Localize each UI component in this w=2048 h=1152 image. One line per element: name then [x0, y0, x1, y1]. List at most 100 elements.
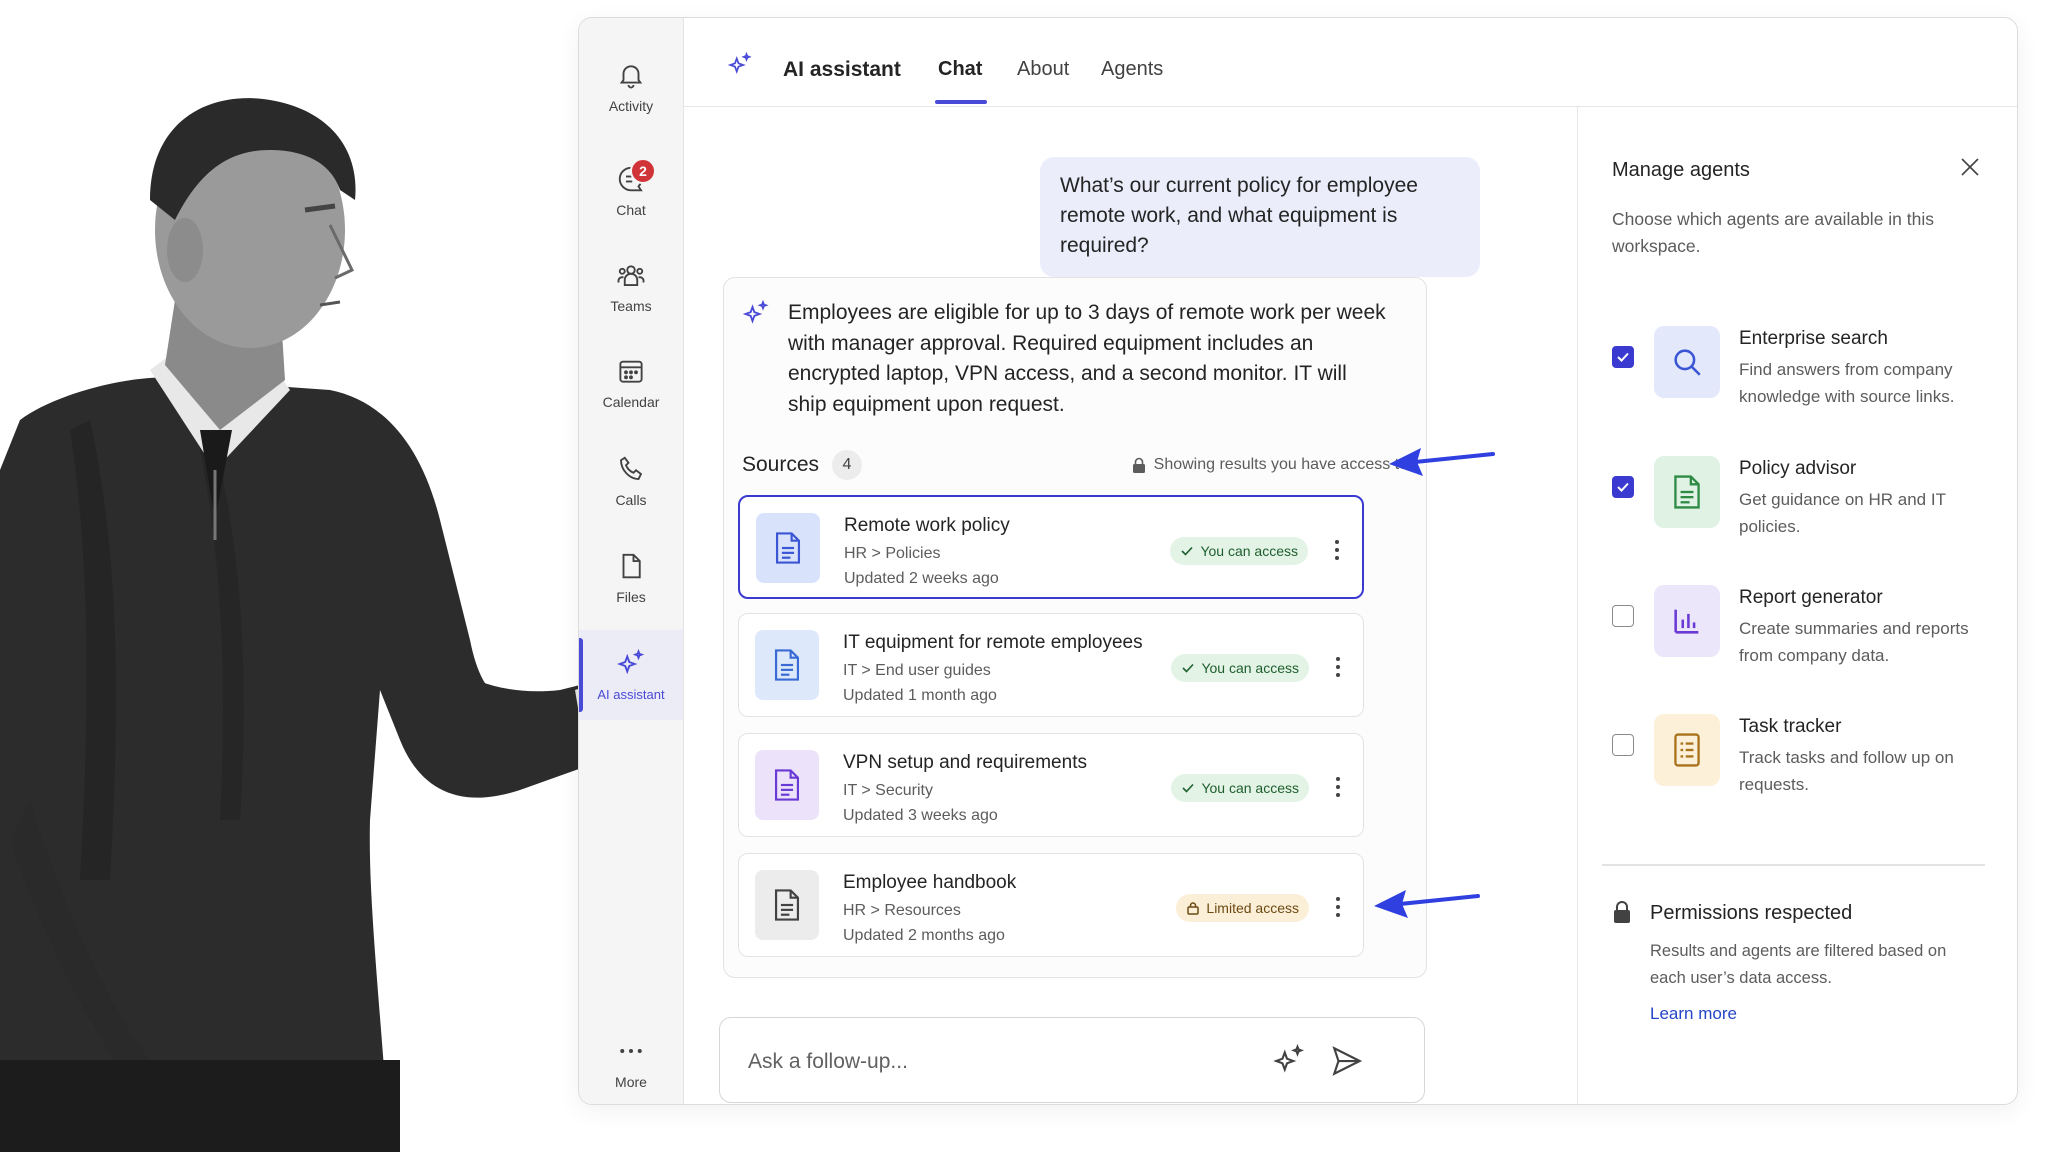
rail-item-files[interactable]: Files: [579, 533, 683, 623]
access-status-badge: You can access: [1171, 774, 1309, 802]
source-path-root: HR: [843, 902, 867, 919]
lock-icon: [1132, 457, 1145, 473]
source-path-root: IT: [843, 782, 857, 799]
panel-divider: [1602, 864, 1985, 866]
access-note: Showing results you have access to: [1132, 456, 1408, 474]
rail-item-ai-assistant[interactable]: AI assistant: [579, 630, 683, 720]
agent-tile: [1654, 456, 1720, 528]
agent-checkbox[interactable]: [1612, 476, 1634, 498]
source-path: HR > Resources: [843, 902, 961, 919]
rail-label: Activity: [608, 98, 654, 114]
access-status-text: Limited access: [1206, 900, 1299, 916]
agent-checkbox[interactable]: [1612, 605, 1634, 627]
tab-chat[interactable]: Chat: [938, 58, 982, 81]
close-icon[interactable]: [1959, 156, 1981, 178]
access-status-badge: You can access: [1171, 654, 1309, 682]
agent-item-enterprise-search: Enterprise search Find answers from comp…: [1612, 326, 2002, 436]
more-vertical-icon[interactable]: [1330, 535, 1344, 565]
agent-name: Report generator: [1739, 587, 1883, 608]
access-note-text: Showing results you have access to: [1153, 456, 1408, 473]
source-title: Employee handbook: [843, 872, 1017, 893]
rail-item-activity[interactable]: Activity: [579, 42, 683, 132]
source-doc-tile: [755, 870, 819, 940]
more-vertical-icon[interactable]: [1331, 772, 1345, 802]
document-icon: [775, 532, 801, 564]
source-item[interactable]: VPN setup and requirements IT > Security…: [738, 733, 1364, 837]
lock-icon: [1187, 902, 1200, 915]
rail-item-calls[interactable]: Calls: [579, 436, 683, 526]
source-path-folder: Policies: [885, 545, 941, 562]
agent-name: Task tracker: [1739, 716, 1842, 737]
rail-label: Chat: [616, 202, 646, 218]
agent-item-task-tracker: Task tracker Track tasks and follow up o…: [1612, 714, 2002, 824]
rail-label: More: [615, 1074, 647, 1090]
check-icon: [1617, 482, 1629, 492]
agent-item-report-generator: Report generator Create summaries and re…: [1612, 585, 2002, 695]
agent-description: Find answers from company knowledge with…: [1739, 360, 1955, 406]
more-vertical-icon[interactable]: [1331, 892, 1345, 922]
assistant-answer-text: Employees are eligible for up to 3 days …: [788, 301, 1386, 416]
source-item[interactable]: Remote work policy HR > Policies Updated…: [738, 495, 1364, 599]
document-icon: [1674, 475, 1700, 509]
agent-name: Policy advisor: [1739, 458, 1857, 479]
callout-arrow-access-note: [1389, 448, 1495, 476]
learn-more-link[interactable]: Learn more: [1650, 1004, 1737, 1024]
check-icon: [1182, 663, 1195, 673]
rail-item-chat[interactable]: 2 Chat: [579, 146, 683, 236]
document-icon: [774, 649, 800, 681]
app-header: AI assistant Chat About Agents: [683, 18, 2017, 107]
source-updated: Updated 2 months ago: [843, 927, 1005, 944]
rail-label: Teams: [610, 298, 652, 314]
check-icon: [1182, 783, 1195, 793]
source-path-root: HR: [844, 545, 868, 562]
source-updated: Updated 3 weeks ago: [843, 807, 998, 824]
source-doc-tile: [756, 513, 820, 583]
source-path: HR > Policies: [844, 545, 941, 562]
source-path: IT > Security: [843, 782, 933, 799]
tab-agents[interactable]: Agents: [1101, 58, 1163, 81]
source-path-folder: Security: [875, 782, 933, 799]
rail-item-teams[interactable]: Teams: [579, 242, 683, 332]
sparkle-icon: [617, 648, 645, 674]
sparkle-icon[interactable]: [1272, 1044, 1306, 1078]
search-icon: [1674, 349, 1701, 376]
chat-area: What’s our current policy for employee r…: [683, 106, 1577, 1104]
bar-chart-icon: [1674, 609, 1699, 634]
agent-description: Get guidance on HR and IT policies.: [1739, 490, 1946, 536]
source-item[interactable]: IT equipment for remote employees IT > E…: [738, 613, 1364, 717]
source-item[interactable]: Employee handbook HR > Resources Updated…: [738, 853, 1364, 957]
sources-label: Sources: [742, 453, 820, 476]
active-tab-indicator: [935, 100, 987, 104]
document-icon: [774, 889, 800, 921]
agent-description: Create summaries and reports from compan…: [1739, 619, 1969, 665]
source-path-root: IT: [843, 662, 857, 679]
rail-item-more[interactable]: More: [579, 1018, 683, 1104]
permissions-description: Results and agents are filtered based on…: [1650, 942, 1947, 987]
sparkle-icon: [727, 52, 752, 75]
send-icon[interactable]: [1330, 1044, 1364, 1078]
sources-count-badge: 4: [832, 450, 862, 480]
rail-label: AI assistant: [597, 686, 665, 702]
lock-icon: [1614, 901, 1630, 923]
source-path-folder: End user guides: [875, 662, 991, 679]
agent-checkbox[interactable]: [1612, 346, 1634, 368]
more-vertical-icon[interactable]: [1331, 652, 1345, 682]
access-status-badge: Limited access: [1176, 894, 1309, 922]
source-updated: Updated 1 month ago: [843, 687, 997, 704]
tab-about[interactable]: About: [1017, 58, 1069, 81]
source-title: VPN setup and requirements: [843, 752, 1087, 773]
access-status-text: You can access: [1201, 660, 1299, 676]
followup-input[interactable]: [746, 1044, 1230, 1080]
rail-item-calendar[interactable]: Calendar: [579, 338, 683, 428]
rail-active-indicator: [579, 638, 583, 712]
file-icon: [622, 553, 641, 579]
access-status-text: You can access: [1200, 543, 1298, 559]
source-path: IT > End user guides: [843, 662, 991, 679]
followup-composer: [719, 1017, 1425, 1103]
bell-icon: [619, 65, 643, 89]
agent-checkbox[interactable]: [1612, 734, 1634, 756]
sparkle-icon: [742, 300, 769, 324]
checklist-icon: [1674, 733, 1700, 767]
phone-icon: [620, 456, 643, 480]
agent-tile: [1654, 585, 1720, 657]
